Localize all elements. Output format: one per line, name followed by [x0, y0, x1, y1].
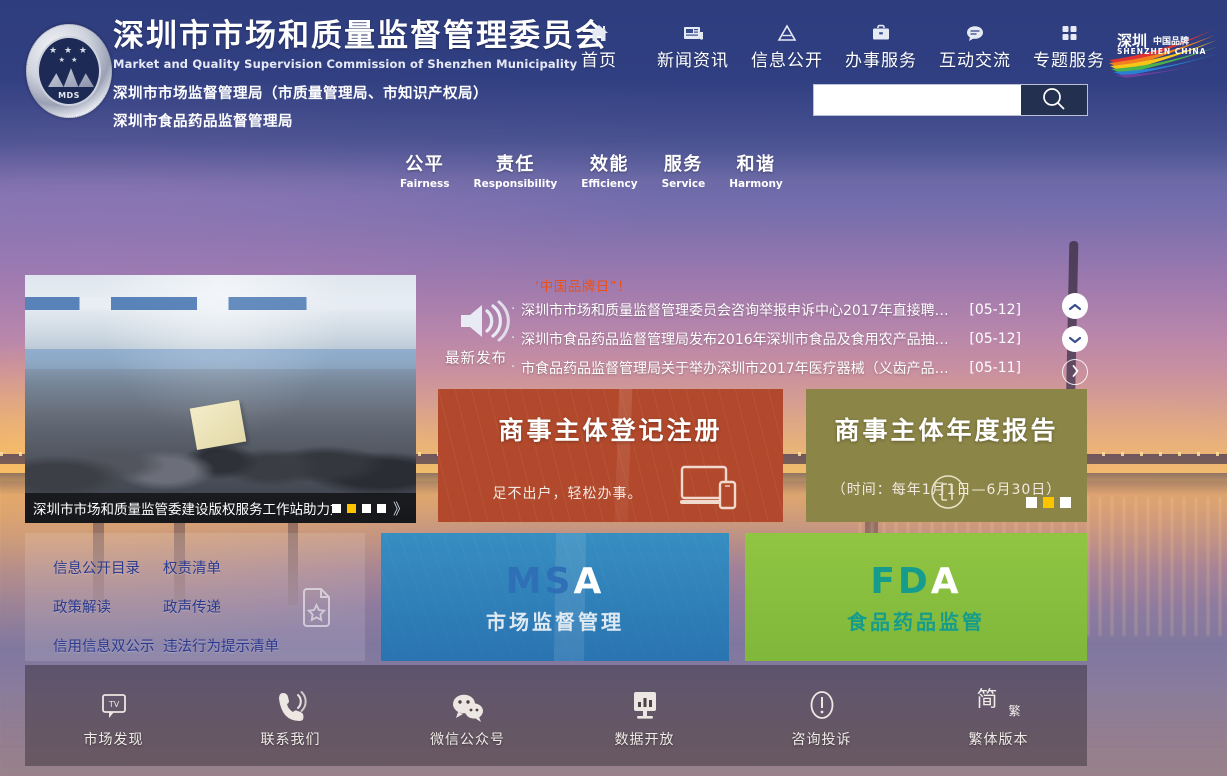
traditional-chinese-icon: 简 繁	[977, 683, 1021, 723]
msa-logo: MSA	[381, 561, 729, 602]
quick-link-duty-list[interactable]: 权责清单	[163, 557, 323, 578]
msa-logo-prefix: MS	[506, 561, 574, 602]
news-scroll-down-button[interactable]	[1062, 326, 1088, 352]
carousel-dot-active[interactable]	[347, 504, 356, 513]
latest-news-panel: ‘中国品牌日”！ 最新发布 · 深圳市市场和质量监督管理委员会咨询举报申诉中心2…	[437, 275, 1092, 387]
promo-dot[interactable]	[1026, 497, 1037, 508]
annual-report-seal-icon	[929, 473, 967, 515]
carousel-dot[interactable]	[332, 504, 341, 513]
news-date: [05-11]	[969, 360, 1021, 376]
speaker-icon	[455, 297, 511, 345]
bottom-item-traditional-chinese[interactable]: 简 繁 繁体版本	[910, 665, 1087, 766]
promo-card-annual-report[interactable]: 商事主体年度报告 （时间：每年1月1日—6月30日）	[806, 389, 1087, 522]
bottom-item-contact-us[interactable]: 联系我们	[202, 665, 379, 766]
msa-subtitle: 市场监督管理	[381, 606, 729, 635]
promo-title: 商事主体登记注册	[438, 411, 783, 447]
block-food-drug-supervision[interactable]: FDA 食品药品监管	[745, 533, 1087, 661]
chevron-right-icon	[1070, 363, 1080, 382]
news-item[interactable]: · 深圳市市场和质量监督管理委员会咨询举报申诉中心2017年直接聘用职员... …	[511, 295, 1021, 324]
chevron-down-icon	[1068, 330, 1082, 349]
promo-dot[interactable]	[1060, 497, 1071, 508]
chevron-up-icon	[1068, 297, 1082, 316]
bottom-service-bar: TV 市场发现 联系我们	[25, 665, 1087, 766]
bottom-item-open-data[interactable]: 数据开放	[556, 665, 733, 766]
bottom-item-label: 市场发现	[84, 729, 144, 749]
bullet-icon: ·	[511, 302, 521, 317]
promo-title: 商事主体年度报告	[806, 411, 1087, 447]
bottom-item-wechat[interactable]: 微信公众号	[379, 665, 556, 766]
carousel-dot[interactable]	[362, 504, 371, 513]
news-highlight-tag: ‘中国品牌日”！	[535, 275, 631, 295]
page-content: 深圳市市场和质量监管委建设版权服务工作站助力文博会 》 ‘中国品牌日”！ 最新发…	[0, 0, 1227, 776]
promo-card-business-registration[interactable]: 商事主体登记注册 足不出户，轻松办事。	[438, 389, 783, 522]
fda-logo-suffix: A	[931, 561, 962, 602]
chart-monitor-icon	[628, 683, 662, 723]
bullet-icon: ·	[511, 331, 521, 346]
fda-logo: FDA	[745, 561, 1087, 602]
phone-icon	[274, 683, 308, 723]
latest-news-label: 最新发布	[445, 347, 507, 368]
laptop-phone-icon	[680, 465, 742, 517]
news-scroll-up-button[interactable]	[1062, 293, 1088, 319]
bottom-item-complaints[interactable]: 咨询投诉	[733, 665, 910, 766]
quick-link-policy-interpretation[interactable]: 政策解读	[53, 596, 163, 617]
quick-link-illegal-behavior-list[interactable]: 违法行为提示清单	[163, 635, 323, 656]
glyph-traditional: 繁	[1008, 702, 1020, 719]
carousel-caption-text: 深圳市市场和质量监管委建设版权服务工作站助力文博会	[33, 498, 332, 518]
news-controls	[1062, 293, 1088, 392]
quick-link-credit-double-public[interactable]: 信用信息双公示	[53, 635, 163, 656]
carousel-caption-bar: 深圳市市场和质量监管委建设版权服务工作站助力文博会 》	[25, 493, 416, 523]
quick-links-grid: 信息公开目录 权责清单 政策解读 政声传递 信用信息双公示 违法行为提示清单	[53, 557, 323, 656]
promo-carousel-dots	[1026, 497, 1071, 508]
fda-logo-prefix: FD	[870, 561, 930, 602]
hero-carousel[interactable]: 深圳市市场和质量监管委建设版权服务工作站助力文博会 》	[25, 275, 416, 523]
news-item[interactable]: · 深圳市食品药品监督管理局发布2016年深圳市食品及食用农产品抽检情况... …	[511, 324, 1021, 353]
carousel-next-icon[interactable]: 》	[393, 498, 408, 519]
msa-logo-suffix: A	[573, 561, 604, 602]
news-item[interactable]: · 市食品药品监督管理局关于举办深圳市2017年医疗器械（义齿产品）注册... …	[511, 353, 1021, 382]
fda-subtitle: 食品药品监管	[745, 606, 1087, 635]
bottom-item-market-discovery[interactable]: TV 市场发现	[25, 665, 202, 766]
tv-icon: TV	[97, 683, 131, 723]
news-title: 市食品药品监督管理局关于举办深圳市2017年医疗器械（义齿产品）注册...	[521, 358, 959, 378]
carousel-dots	[332, 504, 386, 513]
carousel-photo-hall-signage	[25, 297, 416, 309]
carousel-photo-documents	[190, 400, 247, 450]
promo-subtitle: 足不出户，轻松办事。	[438, 483, 697, 503]
news-more-button[interactable]	[1062, 359, 1088, 385]
quick-links-panel: 信息公开目录 权责清单 政策解读 政声传递 信用信息双公示 违法行为提示清单	[25, 533, 365, 661]
svg-text:TV: TV	[107, 700, 119, 709]
promo-dot-active[interactable]	[1043, 497, 1054, 508]
bottom-item-label: 微信公众号	[430, 729, 505, 749]
bottom-item-label: 数据开放	[615, 729, 675, 749]
wechat-icon	[450, 683, 486, 723]
glyph-simplified: 简	[977, 683, 998, 713]
carousel-dot[interactable]	[377, 504, 386, 513]
quick-link-info-catalog[interactable]: 信息公开目录	[53, 557, 163, 578]
news-date: [05-12]	[969, 331, 1021, 347]
bottom-item-label: 繁体版本	[969, 729, 1029, 749]
block-market-supervision[interactable]: MSA 市场监督管理	[381, 533, 729, 661]
news-title: 深圳市市场和质量监督管理委员会咨询举报申诉中心2017年直接聘用职员...	[521, 300, 959, 320]
document-star-icon	[291, 583, 343, 637]
news-list: · 深圳市市场和质量监督管理委员会咨询举报申诉中心2017年直接聘用职员... …	[511, 295, 1021, 382]
news-title: 深圳市食品药品监督管理局发布2016年深圳市食品及食用农产品抽检情况...	[521, 329, 959, 349]
bullet-icon: ·	[511, 360, 521, 375]
bottom-item-label: 联系我们	[261, 729, 321, 749]
bottom-item-label: 咨询投诉	[792, 729, 852, 749]
news-date: [05-12]	[969, 302, 1021, 318]
exclamation-circle-icon	[805, 683, 839, 723]
